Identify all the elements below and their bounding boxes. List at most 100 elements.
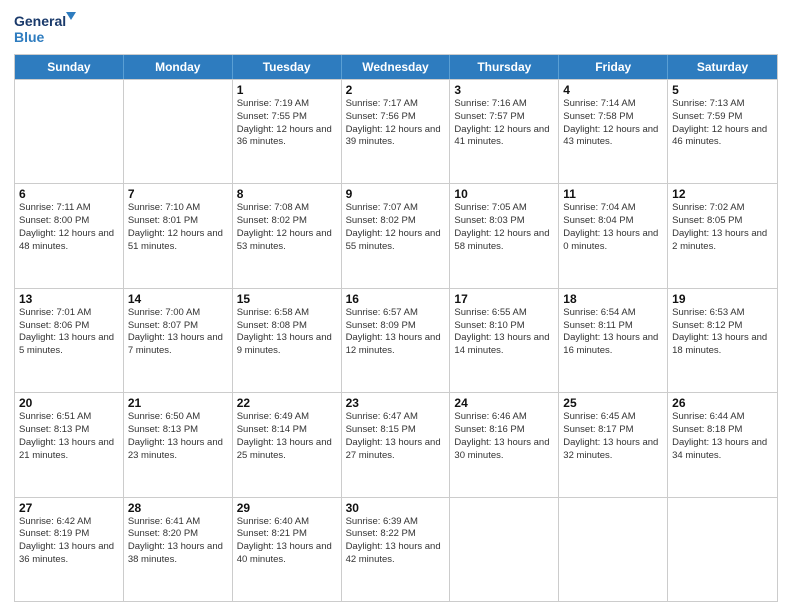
calendar-cell [559, 498, 668, 601]
header: General Blue [14, 10, 778, 48]
calendar-cell: 6Sunrise: 7:11 AM Sunset: 8:00 PM Daylig… [15, 184, 124, 287]
calendar-cell: 11Sunrise: 7:04 AM Sunset: 8:04 PM Dayli… [559, 184, 668, 287]
svg-text:Blue: Blue [14, 29, 45, 45]
cell-date-number: 17 [454, 292, 554, 306]
cell-sun-info: Sunrise: 6:39 AM Sunset: 8:22 PM Dayligh… [346, 516, 446, 567]
calendar-header-row: SundayMondayTuesdayWednesdayThursdayFrid… [15, 55, 777, 79]
cell-sun-info: Sunrise: 6:58 AM Sunset: 8:08 PM Dayligh… [237, 307, 337, 358]
calendar-cell: 10Sunrise: 7:05 AM Sunset: 8:03 PM Dayli… [450, 184, 559, 287]
cell-date-number: 7 [128, 187, 228, 201]
cell-date-number: 2 [346, 83, 446, 97]
calendar-cell: 3Sunrise: 7:16 AM Sunset: 7:57 PM Daylig… [450, 80, 559, 183]
cell-sun-info: Sunrise: 7:14 AM Sunset: 7:58 PM Dayligh… [563, 98, 663, 149]
cell-date-number: 21 [128, 396, 228, 410]
cell-date-number: 4 [563, 83, 663, 97]
cell-sun-info: Sunrise: 7:11 AM Sunset: 8:00 PM Dayligh… [19, 202, 119, 253]
cell-date-number: 13 [19, 292, 119, 306]
calendar-cell: 8Sunrise: 7:08 AM Sunset: 8:02 PM Daylig… [233, 184, 342, 287]
cell-date-number: 18 [563, 292, 663, 306]
cell-sun-info: Sunrise: 6:46 AM Sunset: 8:16 PM Dayligh… [454, 411, 554, 462]
calendar-cell: 7Sunrise: 7:10 AM Sunset: 8:01 PM Daylig… [124, 184, 233, 287]
cell-sun-info: Sunrise: 7:16 AM Sunset: 7:57 PM Dayligh… [454, 98, 554, 149]
calendar-cell: 21Sunrise: 6:50 AM Sunset: 8:13 PM Dayli… [124, 393, 233, 496]
cell-sun-info: Sunrise: 7:19 AM Sunset: 7:55 PM Dayligh… [237, 98, 337, 149]
cell-date-number: 26 [672, 396, 773, 410]
cell-sun-info: Sunrise: 7:04 AM Sunset: 8:04 PM Dayligh… [563, 202, 663, 253]
cell-sun-info: Sunrise: 6:42 AM Sunset: 8:19 PM Dayligh… [19, 516, 119, 567]
calendar: SundayMondayTuesdayWednesdayThursdayFrid… [14, 54, 778, 602]
calendar-cell: 27Sunrise: 6:42 AM Sunset: 8:19 PM Dayli… [15, 498, 124, 601]
cell-sun-info: Sunrise: 7:13 AM Sunset: 7:59 PM Dayligh… [672, 98, 773, 149]
cell-date-number: 8 [237, 187, 337, 201]
calendar-cell: 26Sunrise: 6:44 AM Sunset: 8:18 PM Dayli… [668, 393, 777, 496]
calendar-cell [15, 80, 124, 183]
cell-date-number: 28 [128, 501, 228, 515]
cell-date-number: 3 [454, 83, 554, 97]
weekday-header: Friday [559, 55, 668, 79]
cell-date-number: 24 [454, 396, 554, 410]
calendar-cell: 29Sunrise: 6:40 AM Sunset: 8:21 PM Dayli… [233, 498, 342, 601]
cell-sun-info: Sunrise: 6:50 AM Sunset: 8:13 PM Dayligh… [128, 411, 228, 462]
svg-text:General: General [14, 13, 66, 29]
cell-date-number: 23 [346, 396, 446, 410]
calendar-cell: 17Sunrise: 6:55 AM Sunset: 8:10 PM Dayli… [450, 289, 559, 392]
cell-sun-info: Sunrise: 6:51 AM Sunset: 8:13 PM Dayligh… [19, 411, 119, 462]
calendar-cell: 19Sunrise: 6:53 AM Sunset: 8:12 PM Dayli… [668, 289, 777, 392]
calendar-cell: 13Sunrise: 7:01 AM Sunset: 8:06 PM Dayli… [15, 289, 124, 392]
cell-sun-info: Sunrise: 7:07 AM Sunset: 8:02 PM Dayligh… [346, 202, 446, 253]
calendar-cell: 20Sunrise: 6:51 AM Sunset: 8:13 PM Dayli… [15, 393, 124, 496]
calendar-cell: 24Sunrise: 6:46 AM Sunset: 8:16 PM Dayli… [450, 393, 559, 496]
calendar-row: 1Sunrise: 7:19 AM Sunset: 7:55 PM Daylig… [15, 79, 777, 183]
cell-date-number: 19 [672, 292, 773, 306]
cell-date-number: 11 [563, 187, 663, 201]
calendar-cell: 9Sunrise: 7:07 AM Sunset: 8:02 PM Daylig… [342, 184, 451, 287]
cell-sun-info: Sunrise: 7:02 AM Sunset: 8:05 PM Dayligh… [672, 202, 773, 253]
calendar-row: 6Sunrise: 7:11 AM Sunset: 8:00 PM Daylig… [15, 183, 777, 287]
calendar-cell: 23Sunrise: 6:47 AM Sunset: 8:15 PM Dayli… [342, 393, 451, 496]
cell-date-number: 5 [672, 83, 773, 97]
calendar-row: 20Sunrise: 6:51 AM Sunset: 8:13 PM Dayli… [15, 392, 777, 496]
calendar-cell: 28Sunrise: 6:41 AM Sunset: 8:20 PM Dayli… [124, 498, 233, 601]
calendar-cell [450, 498, 559, 601]
cell-date-number: 20 [19, 396, 119, 410]
weekday-header: Sunday [15, 55, 124, 79]
cell-date-number: 12 [672, 187, 773, 201]
cell-sun-info: Sunrise: 6:55 AM Sunset: 8:10 PM Dayligh… [454, 307, 554, 358]
cell-date-number: 16 [346, 292, 446, 306]
cell-date-number: 29 [237, 501, 337, 515]
calendar-body: 1Sunrise: 7:19 AM Sunset: 7:55 PM Daylig… [15, 79, 777, 601]
cell-sun-info: Sunrise: 6:53 AM Sunset: 8:12 PM Dayligh… [672, 307, 773, 358]
cell-sun-info: Sunrise: 6:57 AM Sunset: 8:09 PM Dayligh… [346, 307, 446, 358]
calendar-cell: 18Sunrise: 6:54 AM Sunset: 8:11 PM Dayli… [559, 289, 668, 392]
calendar-cell [124, 80, 233, 183]
cell-sun-info: Sunrise: 6:54 AM Sunset: 8:11 PM Dayligh… [563, 307, 663, 358]
cell-date-number: 9 [346, 187, 446, 201]
weekday-header: Saturday [668, 55, 777, 79]
calendar-cell: 15Sunrise: 6:58 AM Sunset: 8:08 PM Dayli… [233, 289, 342, 392]
calendar-cell: 25Sunrise: 6:45 AM Sunset: 8:17 PM Dayli… [559, 393, 668, 496]
cell-sun-info: Sunrise: 6:40 AM Sunset: 8:21 PM Dayligh… [237, 516, 337, 567]
logo-svg: General Blue [14, 10, 84, 48]
calendar-cell: 14Sunrise: 7:00 AM Sunset: 8:07 PM Dayli… [124, 289, 233, 392]
cell-sun-info: Sunrise: 6:44 AM Sunset: 8:18 PM Dayligh… [672, 411, 773, 462]
calendar-cell: 30Sunrise: 6:39 AM Sunset: 8:22 PM Dayli… [342, 498, 451, 601]
cell-date-number: 25 [563, 396, 663, 410]
calendar-cell: 22Sunrise: 6:49 AM Sunset: 8:14 PM Dayli… [233, 393, 342, 496]
calendar-cell [668, 498, 777, 601]
cell-sun-info: Sunrise: 6:47 AM Sunset: 8:15 PM Dayligh… [346, 411, 446, 462]
cell-sun-info: Sunrise: 6:41 AM Sunset: 8:20 PM Dayligh… [128, 516, 228, 567]
cell-sun-info: Sunrise: 6:49 AM Sunset: 8:14 PM Dayligh… [237, 411, 337, 462]
cell-sun-info: Sunrise: 7:01 AM Sunset: 8:06 PM Dayligh… [19, 307, 119, 358]
cell-date-number: 6 [19, 187, 119, 201]
cell-date-number: 14 [128, 292, 228, 306]
calendar-row: 27Sunrise: 6:42 AM Sunset: 8:19 PM Dayli… [15, 497, 777, 601]
weekday-header: Tuesday [233, 55, 342, 79]
weekday-header: Thursday [450, 55, 559, 79]
cell-date-number: 27 [19, 501, 119, 515]
calendar-cell: 16Sunrise: 6:57 AM Sunset: 8:09 PM Dayli… [342, 289, 451, 392]
cell-sun-info: Sunrise: 7:05 AM Sunset: 8:03 PM Dayligh… [454, 202, 554, 253]
cell-sun-info: Sunrise: 6:45 AM Sunset: 8:17 PM Dayligh… [563, 411, 663, 462]
cell-sun-info: Sunrise: 7:10 AM Sunset: 8:01 PM Dayligh… [128, 202, 228, 253]
cell-date-number: 30 [346, 501, 446, 515]
logo: General Blue [14, 10, 84, 48]
